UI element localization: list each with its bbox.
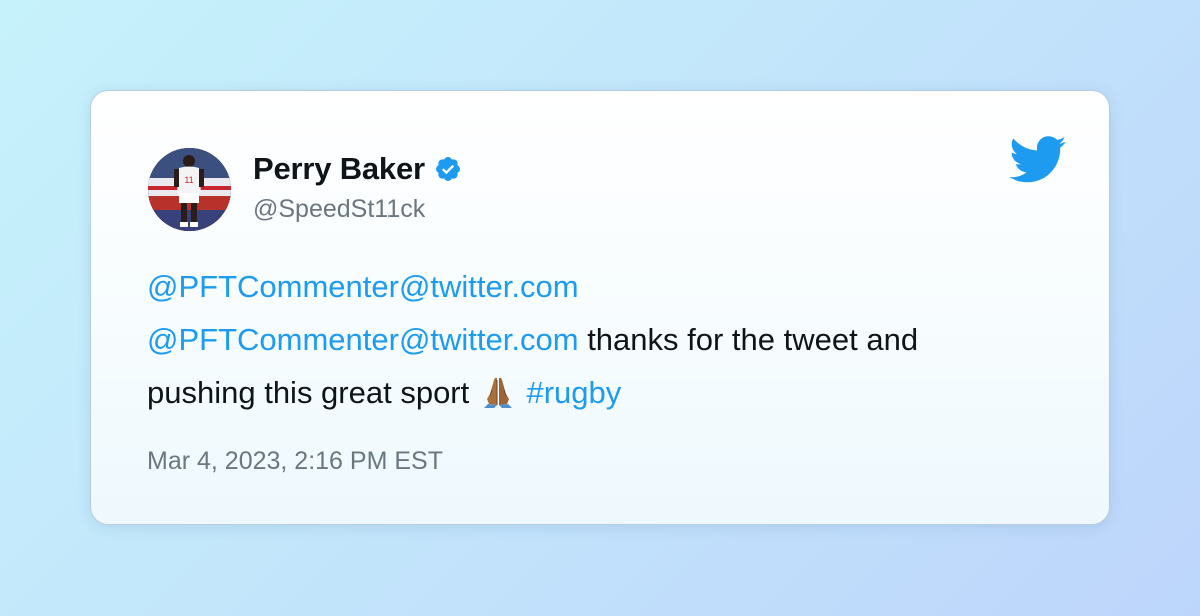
- twitter-bird-icon[interactable]: [1009, 136, 1067, 184]
- author-name[interactable]: Perry Baker: [253, 149, 425, 189]
- tweet-line-2: @PFTCommenter@twitter.com thanks for the…: [147, 313, 1077, 366]
- mention-link[interactable]: @PFTCommenter@twitter.com: [147, 322, 579, 357]
- hashtag-link[interactable]: #rugby: [526, 375, 621, 410]
- tweet-line-3: pushing this great sport #rugby: [147, 366, 1077, 419]
- verified-badge-icon: [435, 157, 460, 181]
- tweet-body-text: thanks for the tweet and: [578, 322, 919, 357]
- folded-hands-icon: [483, 377, 512, 408]
- author-row: Perry Baker: [253, 149, 462, 189]
- avatar-image: 11: [148, 148, 231, 231]
- tweet-line-1: @PFTCommenter@twitter.com: [147, 260, 1077, 313]
- tweet-body-text: pushing this great sport: [147, 375, 478, 410]
- author-handle[interactable]: @SpeedSt11ck: [253, 192, 425, 226]
- mention-link[interactable]: @PFTCommenter@twitter.com: [147, 269, 579, 304]
- tweet-card: 11 Perry Baker @SpeedSt11ck @PFTCommente…: [90, 90, 1110, 525]
- avatar[interactable]: 11: [148, 148, 231, 231]
- tweet-text: @PFTCommenter@twitter.com @PFTCommenter@…: [147, 260, 1077, 419]
- tweet-timestamp[interactable]: Mar 4, 2023, 2:16 PM EST: [147, 444, 443, 478]
- svg-text:11: 11: [184, 175, 193, 185]
